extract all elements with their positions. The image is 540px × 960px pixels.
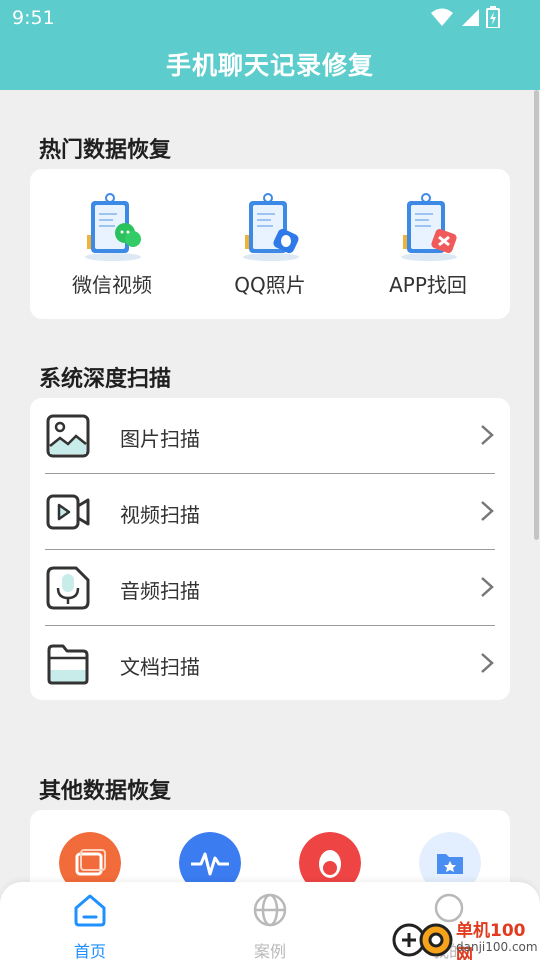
chevron-right-icon [481,501,494,521]
scan-row-document[interactable]: 文档扫描 [30,626,510,702]
watermark: 单机100网 danji100.com [392,912,540,960]
app-clipboard-icon [401,193,457,261]
signal-icon [462,9,479,26]
scan-row-video[interactable]: 视频扫描 [30,474,510,550]
scan-row-label: 图片扫描 [120,427,200,451]
page-title: 手机聊天记录修复 [165,51,374,80]
microphone-icon [46,566,90,610]
hot-recovery-card: 微信视频 QQ照片 APP找回 [30,169,510,319]
tab-cases[interactable]: 案例 [225,890,315,960]
video-icon [46,494,90,530]
hot-item-app-retrieve[interactable]: APP找回 [348,169,508,319]
chevron-right-icon [481,577,494,597]
scan-row-label: 文档扫描 [120,655,200,679]
hot-item-qq-photo[interactable]: QQ照片 [190,169,350,319]
wifi-icon [431,8,453,26]
hot-item-label: APP找回 [389,273,467,297]
scan-row-image[interactable]: 图片扫描 [30,398,510,474]
wechat-clipboard-icon [85,193,141,261]
tab-home[interactable]: 首页 [45,890,135,960]
tab-label: 首页 [73,942,106,960]
section-title-hot: 热门数据恢复 [39,138,172,163]
watermark-logo-icon [392,923,453,957]
globe-icon [253,893,287,927]
status-bar: 9:51 [0,0,540,36]
folder-icon [47,644,89,685]
status-time: 9:51 [12,7,55,29]
section-title-scan: 系统深度扫描 [39,367,172,392]
image-icon [46,414,90,458]
battery-icon [486,6,500,28]
watermark-url: danji100.com [456,940,538,954]
hot-item-label: 微信视频 [72,273,152,297]
status-icons [430,6,500,28]
qq-clipboard-icon [243,193,299,261]
hot-item-label: QQ照片 [234,273,306,297]
chevron-right-icon [481,425,494,445]
scan-row-label: 视频扫描 [120,503,200,527]
section-title-other: 其他数据恢复 [39,779,172,804]
scan-row-label: 音频扫描 [120,579,200,603]
scrollbar[interactable] [534,90,539,540]
tab-label: 案例 [253,942,286,960]
app-bar: 手机聊天记录修复 [0,36,540,90]
chevron-right-icon [481,653,494,673]
deep-scan-card: 图片扫描 视频扫描 音频扫描 文档扫描 [30,398,510,700]
scan-row-audio[interactable]: 音频扫描 [30,550,510,626]
hot-item-wechat-video[interactable]: 微信视频 [32,169,192,319]
home-icon [74,894,106,927]
